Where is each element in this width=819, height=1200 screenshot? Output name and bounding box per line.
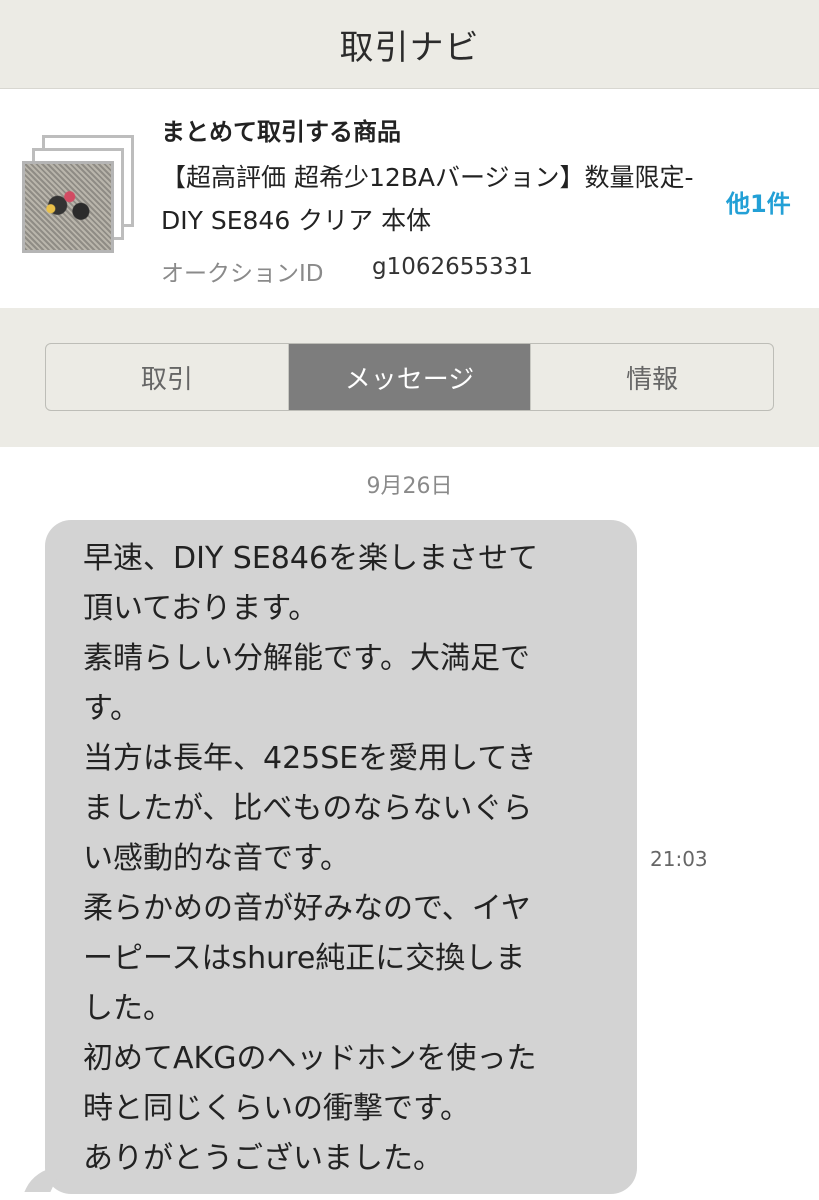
message-line: ありがとうございました。 [83, 1141, 443, 1176]
auction-id-value: g1062655331 [372, 254, 533, 280]
message-line: 素晴らしい分解能です。大満足で [83, 641, 530, 676]
message-line: い感動的な音です。 [83, 841, 350, 876]
message-line: 初めてAKGのヘッドホンを使った [83, 1041, 537, 1076]
message-line: 柔らかめの音が好みなので、イヤ [83, 891, 531, 926]
tab-transaction[interactable]: 取引 [46, 344, 289, 410]
product-thumbnail-image [22, 161, 114, 253]
message-date-divider: 9月26日 [366, 474, 453, 499]
app-header: 取引ナビ [0, 0, 819, 89]
message-line: 早速、DIY SE846を楽しまさせて [83, 541, 539, 576]
message-line: 時と同じくらいの衝撃です。 [83, 1091, 470, 1126]
message-line: 当方は長年、425SEを愛用してき [83, 741, 537, 776]
tab-info[interactable]: 情報 [531, 344, 773, 410]
item-title[interactable]: 【超高評価 超希少12BAバージョン】数量限定-DIY SE846 クリア 本体 [161, 156, 721, 242]
message-timestamp: 21:03 [650, 847, 708, 871]
message-bubble: 早速、DIY SE846を楽しまさせて 頂いております。 素晴らしい分解能です。… [45, 520, 637, 1194]
other-items-link[interactable]: 他1件 [726, 184, 791, 219]
message-line: した。 [83, 991, 173, 1026]
message-line: ーピースはshure純正に交換しま [83, 941, 526, 976]
message-line: ましたが、比べものならないぐら [83, 791, 533, 826]
bundle-section-label: まとめて取引する商品 [161, 118, 401, 146]
message-line: 頂いております。 [83, 591, 319, 626]
product-thumbnail-stack[interactable] [22, 135, 142, 263]
tab-messages[interactable]: メッセージ [288, 344, 532, 410]
tab-bar: 取引 メッセージ 情報 [45, 343, 774, 411]
auction-id-label: オークションID [161, 261, 324, 287]
page-title: 取引ナビ [339, 27, 480, 68]
message-line: す。 [83, 691, 140, 726]
